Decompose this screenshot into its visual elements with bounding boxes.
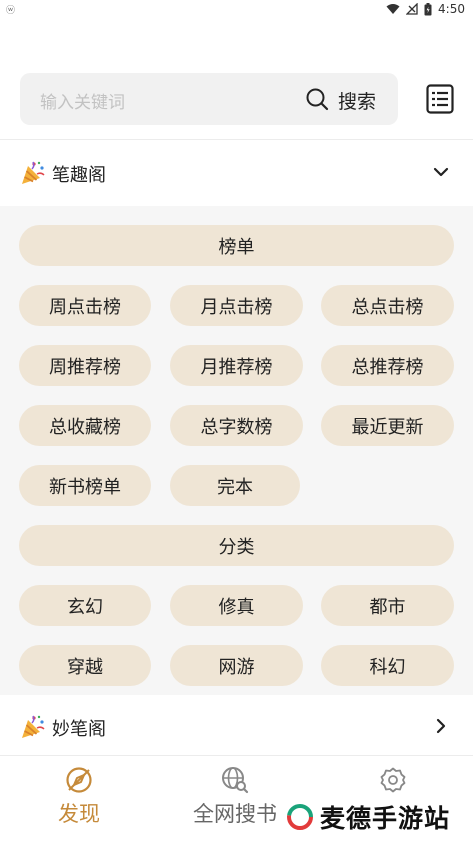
- group-title: 妙笔阁: [52, 719, 106, 740]
- compass-icon: [66, 767, 92, 793]
- rank-item[interactable]: 最近更新: [321, 405, 454, 446]
- group-panel: 榜单 周点击榜 月点击榜 总点击榜 周推荐榜 月推荐榜 总推荐榜 总收藏榜 总字…: [0, 206, 473, 695]
- globe-search-icon: [222, 767, 249, 794]
- battery-icon: [424, 2, 432, 15]
- watermark: 麦德手游站: [284, 800, 451, 834]
- search-input[interactable]: 输入关键词 搜索: [20, 73, 398, 125]
- chevron-right-icon[interactable]: [431, 716, 451, 736]
- rank-item[interactable]: 总推荐榜: [321, 345, 454, 386]
- watermark-text: 麦德手游站: [320, 804, 451, 833]
- chevron-down-icon[interactable]: [431, 162, 451, 182]
- wifi-icon: [386, 4, 400, 14]
- gear-icon: [380, 767, 406, 793]
- nav-label: 发现: [58, 802, 100, 826]
- rank-item[interactable]: 总字数榜: [170, 405, 303, 446]
- category-item[interactable]: 科幻: [321, 645, 454, 686]
- search-row: 输入关键词 搜索: [20, 73, 460, 125]
- status-bar: ⓦ 4:50: [0, 0, 473, 22]
- rank-item[interactable]: 月点击榜: [170, 285, 303, 326]
- rank-item[interactable]: 新书榜单: [19, 465, 151, 506]
- rank-item[interactable]: 周推荐榜: [19, 345, 151, 386]
- nav-tab-global-search[interactable]: 全网搜书: [175, 766, 295, 828]
- rank-item[interactable]: 周点击榜: [19, 285, 151, 326]
- nav-tab-discover[interactable]: 发现: [19, 766, 139, 828]
- group-header-miaobige[interactable]: 妙笔阁: [0, 695, 473, 755]
- rank-item[interactable]: 月推荐榜: [170, 345, 303, 386]
- category-item[interactable]: 修真: [170, 585, 303, 626]
- status-icons: 4:50: [386, 2, 465, 16]
- clock: 4:50: [438, 2, 465, 16]
- notification-icon: ⓦ: [6, 6, 16, 16]
- nav-label: 全网搜书: [193, 802, 277, 826]
- group-header-biquge[interactable]: 笔趣阁: [0, 140, 473, 206]
- party-popper-icon: [22, 161, 45, 184]
- category-item[interactable]: 网游: [170, 645, 303, 686]
- bookshelf-list-icon[interactable]: [426, 84, 454, 114]
- search-button[interactable]: 搜索: [338, 87, 376, 114]
- group-title: 笔趣阁: [52, 165, 106, 186]
- rank-item[interactable]: 完本: [170, 465, 300, 506]
- no-signal-icon: [406, 3, 418, 15]
- rank-item[interactable]: 总收藏榜: [19, 405, 151, 446]
- section-header-category[interactable]: 分类: [19, 525, 454, 566]
- search-icon[interactable]: [305, 87, 329, 111]
- nav-tab-settings[interactable]: [333, 766, 453, 794]
- rank-item[interactable]: 总点击榜: [321, 285, 454, 326]
- category-item[interactable]: 玄幻: [19, 585, 151, 626]
- party-popper-icon: [22, 715, 45, 738]
- section-header-rank[interactable]: 榜单: [19, 225, 454, 266]
- category-item[interactable]: 都市: [321, 585, 454, 626]
- watermark-logo: [287, 804, 313, 830]
- category-item[interactable]: 穿越: [19, 645, 151, 686]
- search-placeholder: 输入关键词: [40, 93, 125, 113]
